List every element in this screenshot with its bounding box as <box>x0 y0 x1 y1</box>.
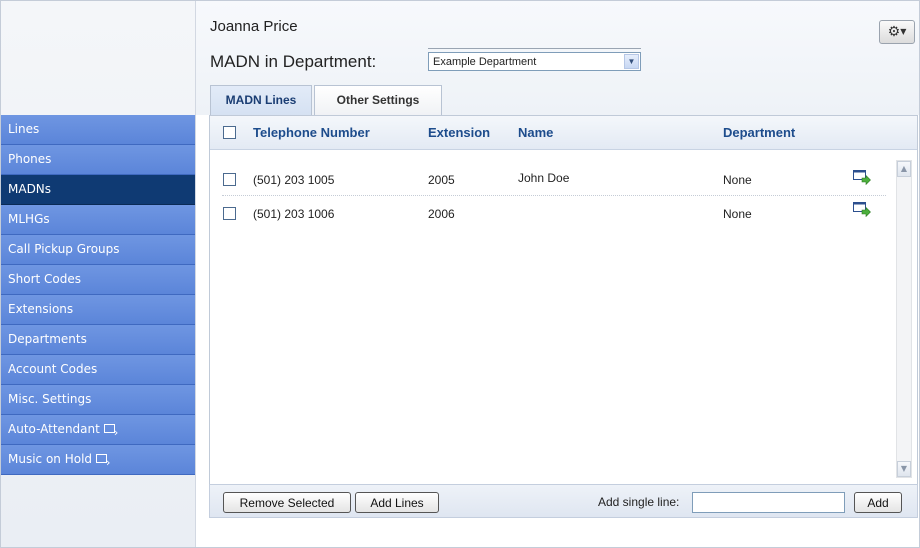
row-telephone: (501) 203 1006 <box>253 207 335 221</box>
department-select[interactable]: Example Department ▼ <box>428 48 641 71</box>
add-lines-button[interactable]: Add Lines <box>355 492 439 513</box>
sidebar-item-phones[interactable]: Phones <box>1 145 195 175</box>
madn-lines-panel: Telephone Number Extension Name Departme… <box>209 115 918 485</box>
add-single-line-input[interactable] <box>692 492 845 513</box>
row-department: None <box>723 173 752 187</box>
table-footer: Remove Selected Add Lines Add single lin… <box>209 484 918 518</box>
tab-label: MADN Lines <box>225 93 297 107</box>
sidebar-item-label: Music on Hold <box>8 452 93 466</box>
gear-icon: ⚙ <box>887 24 901 40</box>
sidebar-item-label: Misc. Settings <box>8 392 92 406</box>
sidebar-item-auto-attendant[interactable]: Auto-Attendant <box>1 415 195 447</box>
row-name: John Doe <box>518 171 570 185</box>
scroll-down-icon[interactable]: ▼ <box>897 461 911 477</box>
caret-down-icon: ▼ <box>900 27 907 36</box>
sidebar-nav: Lines Phones MADNs MLHGs Call Pickup Gro… <box>1 115 195 477</box>
madn-department-label: MADN in Department: <box>210 52 377 71</box>
page-header: Joanna Price MADN in Department: Example… <box>196 1 919 116</box>
sidebar-item-label: MADNs <box>8 182 52 196</box>
edit-icon[interactable] <box>853 170 871 185</box>
sidebar-item-extensions[interactable]: Extensions <box>1 295 195 325</box>
column-header-extension[interactable]: Extension <box>428 125 490 140</box>
row-telephone: (501) 203 1005 <box>253 173 335 187</box>
sidebar-item-label: Phones <box>8 152 52 166</box>
remove-selected-button[interactable]: Remove Selected <box>223 492 351 513</box>
sidebar-item-account-codes[interactable]: Account Codes <box>1 355 195 385</box>
sidebar-item-music-on-hold[interactable]: Music on Hold <box>1 445 195 477</box>
row-extension: 2005 <box>428 173 455 187</box>
sidebar-item-label: MLHGs <box>8 212 50 226</box>
table-row[interactable]: (501) 203 1006 2006 None <box>210 201 890 234</box>
left-column: Lines Phones MADNs MLHGs Call Pickup Gro… <box>1 1 196 547</box>
external-link-icon <box>103 419 118 447</box>
row-checkbox[interactable] <box>223 207 236 220</box>
row-department: None <box>723 207 752 221</box>
scroll-up-icon[interactable]: ▲ <box>897 161 911 177</box>
user-name: Joanna Price <box>210 18 298 35</box>
sidebar-item-misc-settings[interactable]: Misc. Settings <box>1 385 195 415</box>
row-checkbox[interactable] <box>223 173 236 186</box>
add-single-line-label: Add single line: <box>598 495 680 509</box>
settings-menu-button[interactable]: ⚙▼ <box>879 20 915 44</box>
tab-other-settings[interactable]: Other Settings <box>314 85 442 115</box>
sidebar-item-label: Account Codes <box>8 362 98 376</box>
sidebar-item-call-pickup-groups[interactable]: Call Pickup Groups <box>1 235 195 265</box>
sidebar-item-departments[interactable]: Departments <box>1 325 195 355</box>
select-all-checkbox[interactable] <box>223 126 236 139</box>
tab-label: Other Settings <box>336 93 420 107</box>
column-header-telephone[interactable]: Telephone Number <box>253 125 370 140</box>
sidebar-item-label: Call Pickup Groups <box>8 242 120 256</box>
sidebar-item-short-codes[interactable]: Short Codes <box>1 265 195 295</box>
row-extension: 2006 <box>428 207 455 221</box>
table-header: Telephone Number Extension Name Departme… <box>210 116 917 150</box>
row-divider <box>222 195 886 196</box>
column-header-department[interactable]: Department <box>723 125 795 140</box>
sidebar-item-label: Extensions <box>8 302 74 316</box>
app-frame: Lines Phones MADNs MLHGs Call Pickup Gro… <box>0 0 920 548</box>
add-button[interactable]: Add <box>854 492 902 513</box>
tab-madn-lines[interactable]: MADN Lines <box>210 85 312 116</box>
external-link-icon <box>96 449 110 477</box>
sidebar-item-madns[interactable]: MADNs <box>1 175 195 205</box>
sidebar-item-lines[interactable]: Lines <box>1 115 195 145</box>
edit-icon[interactable] <box>853 202 871 217</box>
chevron-down-icon[interactable]: ▼ <box>624 54 639 69</box>
sidebar-item-mlhgs[interactable]: MLHGs <box>1 205 195 235</box>
column-header-name[interactable]: Name <box>518 125 553 140</box>
department-select-value: Example Department <box>433 56 537 68</box>
sidebar-item-label: Auto-Attendant <box>8 422 100 436</box>
sidebar-item-label: Departments <box>8 332 87 346</box>
table-scrollbar[interactable]: ▲ ▼ <box>896 160 912 478</box>
sidebar-item-label: Lines <box>8 122 40 136</box>
sidebar-item-label: Short Codes <box>8 272 81 286</box>
